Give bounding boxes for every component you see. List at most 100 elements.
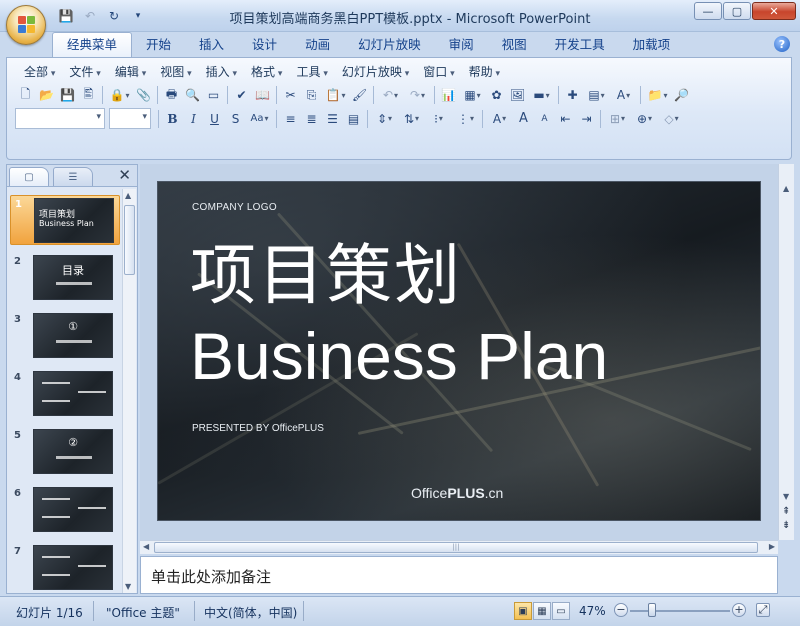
copy-icon[interactable]: ⎘	[301, 85, 322, 105]
menu-format[interactable]: 格式	[244, 64, 289, 80]
paste-icon[interactable]: 📋	[322, 85, 349, 105]
view-icon[interactable]: ▭	[203, 85, 224, 105]
zoom-level[interactable]: 47%	[579, 604, 606, 618]
chart-icon[interactable]: 📊	[438, 85, 459, 105]
quick-styles-icon[interactable]: ⊕	[631, 109, 658, 129]
slide-thumbnail-3[interactable]: 3①	[10, 311, 120, 361]
menu-help[interactable]: 帮助	[462, 64, 507, 80]
scroll-up-icon[interactable]: ▲	[783, 184, 789, 193]
slide-thumbnail-5[interactable]: 5②	[10, 427, 120, 477]
menu-edit[interactable]: 编辑	[108, 64, 153, 80]
find-icon[interactable]: 🔎	[671, 85, 692, 105]
change-case-icon[interactable]: Aa	[246, 109, 273, 129]
scroll-up-icon[interactable]: ▲	[125, 191, 131, 200]
slide-thumbnail-7[interactable]: 7	[10, 543, 120, 593]
permission-icon[interactable]: 🔒	[106, 85, 133, 105]
layout-icon[interactable]: ▤	[583, 85, 610, 105]
spelling-icon[interactable]: ✔	[231, 85, 252, 105]
slide-horizontal-scrollbar[interactable]: ◀ ||| ▶	[140, 540, 778, 554]
numbering-icon[interactable]: ⋮	[452, 109, 479, 129]
next-slide-icon[interactable]: ⇟	[782, 521, 790, 531]
grow-font-icon[interactable]: A	[513, 109, 534, 129]
text-direction-icon[interactable]: ⇕	[371, 109, 398, 129]
menu-all[interactable]: 全部	[17, 64, 62, 80]
attach-icon[interactable]: 📎	[133, 85, 154, 105]
new-icon[interactable]: 🗋	[15, 85, 36, 105]
zoom-slider-thumb[interactable]	[648, 603, 656, 617]
tab-outline[interactable]: ☰	[53, 167, 93, 186]
office-button[interactable]	[6, 5, 46, 45]
tab-review[interactable]: 审阅	[435, 33, 488, 57]
current-slide[interactable]: COMPANY LOGO 项目策划 Business Plan PRESENTE…	[158, 182, 760, 520]
fit-to-window-icon[interactable]: ⤢	[756, 603, 770, 617]
tab-home[interactable]: 开始	[132, 33, 185, 57]
italic-icon[interactable]: I	[183, 109, 204, 129]
help-icon[interactable]: ?	[774, 36, 790, 52]
print-preview-icon[interactable]: 🖺	[78, 85, 99, 105]
clipart-icon[interactable]: ✿	[486, 85, 507, 105]
tab-design[interactable]: 设计	[238, 33, 291, 57]
text-box-icon[interactable]: A	[610, 85, 637, 105]
shrink-font-icon[interactable]: A	[534, 109, 555, 129]
scrollbar-thumb[interactable]	[124, 205, 135, 275]
align-left-icon[interactable]: ≡	[280, 109, 301, 129]
company-logo-text[interactable]: COMPANY LOGO	[192, 202, 277, 213]
maximize-button[interactable]: ▢	[723, 2, 751, 20]
redo-icon[interactable]: ↷	[404, 85, 431, 105]
slide-thumbnail-1[interactable]: 1 项目策划 Business Plan	[10, 195, 120, 245]
align-right-icon[interactable]: ☰	[322, 109, 343, 129]
arrange-icon[interactable]: ⊞	[604, 109, 631, 129]
align-center-icon[interactable]: ≣	[301, 109, 322, 129]
scroll-left-icon[interactable]: ◀	[143, 542, 149, 551]
decrease-indent-icon[interactable]: ⇤	[555, 109, 576, 129]
insert-new-icon[interactable]: ✚	[562, 85, 583, 105]
normal-view-icon[interactable]: ▣	[514, 602, 532, 620]
shadow-icon[interactable]: S	[225, 109, 246, 129]
tab-insert[interactable]: 插入	[185, 33, 238, 57]
undo-icon[interactable]: ↶	[377, 85, 404, 105]
slide-thumbnail-6[interactable]: 6	[10, 485, 120, 535]
tab-view[interactable]: 视图	[488, 33, 541, 57]
horizontal-scrollbar-thumb[interactable]: |||	[154, 542, 758, 553]
slide-show-icon[interactable]: ▭	[552, 602, 570, 620]
slide-title-chinese[interactable]: 项目策划	[190, 238, 462, 314]
zoom-out-icon[interactable]: −	[614, 603, 628, 617]
previous-slide-icon[interactable]: ⇞	[782, 507, 790, 517]
thumbnails-scrollbar[interactable]: ▲ ▼	[122, 189, 136, 593]
slide-title-english[interactable]: Business Plan	[190, 318, 608, 394]
format-painter-icon[interactable]: 🖌	[349, 85, 370, 105]
bold-icon[interactable]: B	[162, 109, 183, 129]
preview-icon[interactable]: 🔍	[182, 85, 203, 105]
font-size-select[interactable]	[109, 108, 151, 129]
menu-window[interactable]: 窗口	[416, 64, 461, 80]
tab-add-ins[interactable]: 加载项	[619, 33, 685, 57]
menu-slide-show[interactable]: 幻灯片放映	[335, 64, 416, 80]
zoom-slider[interactable]	[630, 610, 730, 612]
increase-indent-icon[interactable]: ⇥	[576, 109, 597, 129]
tab-classic-menu[interactable]: 经典菜单	[52, 32, 133, 57]
line-spacing-icon[interactable]: ⇅	[398, 109, 425, 129]
slide-sorter-icon[interactable]: ▦	[533, 602, 551, 620]
shape-icon[interactable]: ▬	[528, 85, 555, 105]
font-name-select[interactable]	[15, 108, 105, 129]
menu-file[interactable]: 文件	[62, 64, 107, 80]
scroll-down-icon[interactable]: ▼	[783, 492, 789, 501]
save-icon[interactable]: 💾	[57, 85, 78, 105]
close-pane-icon[interactable]: ✕	[118, 166, 131, 184]
scroll-down-icon[interactable]: ▼	[125, 582, 131, 591]
cut-icon[interactable]: ✂	[280, 85, 301, 105]
menu-tools[interactable]: 工具	[289, 64, 334, 80]
table-icon[interactable]: ▦	[459, 85, 486, 105]
tab-slides[interactable]: ▢	[9, 167, 49, 186]
print-icon[interactable]: 🖶	[161, 85, 182, 105]
shape-fill-icon[interactable]: ◇	[658, 109, 685, 129]
slide-thumbnail-2[interactable]: 2 目录	[10, 253, 120, 303]
tab-animations[interactable]: 动画	[291, 33, 344, 57]
officeplus-brand[interactable]: OfficePLUS.cn	[411, 485, 503, 501]
bullets-icon[interactable]: ⁝	[425, 109, 452, 129]
slide-vertical-scrollbar[interactable]: ▲ ▼ ⇞ ⇟	[778, 164, 794, 540]
zoom-in-icon[interactable]: +	[732, 603, 746, 617]
menu-insert[interactable]: 插入	[199, 64, 244, 80]
justify-icon[interactable]: ▤	[343, 109, 364, 129]
scroll-right-icon[interactable]: ▶	[769, 542, 775, 551]
